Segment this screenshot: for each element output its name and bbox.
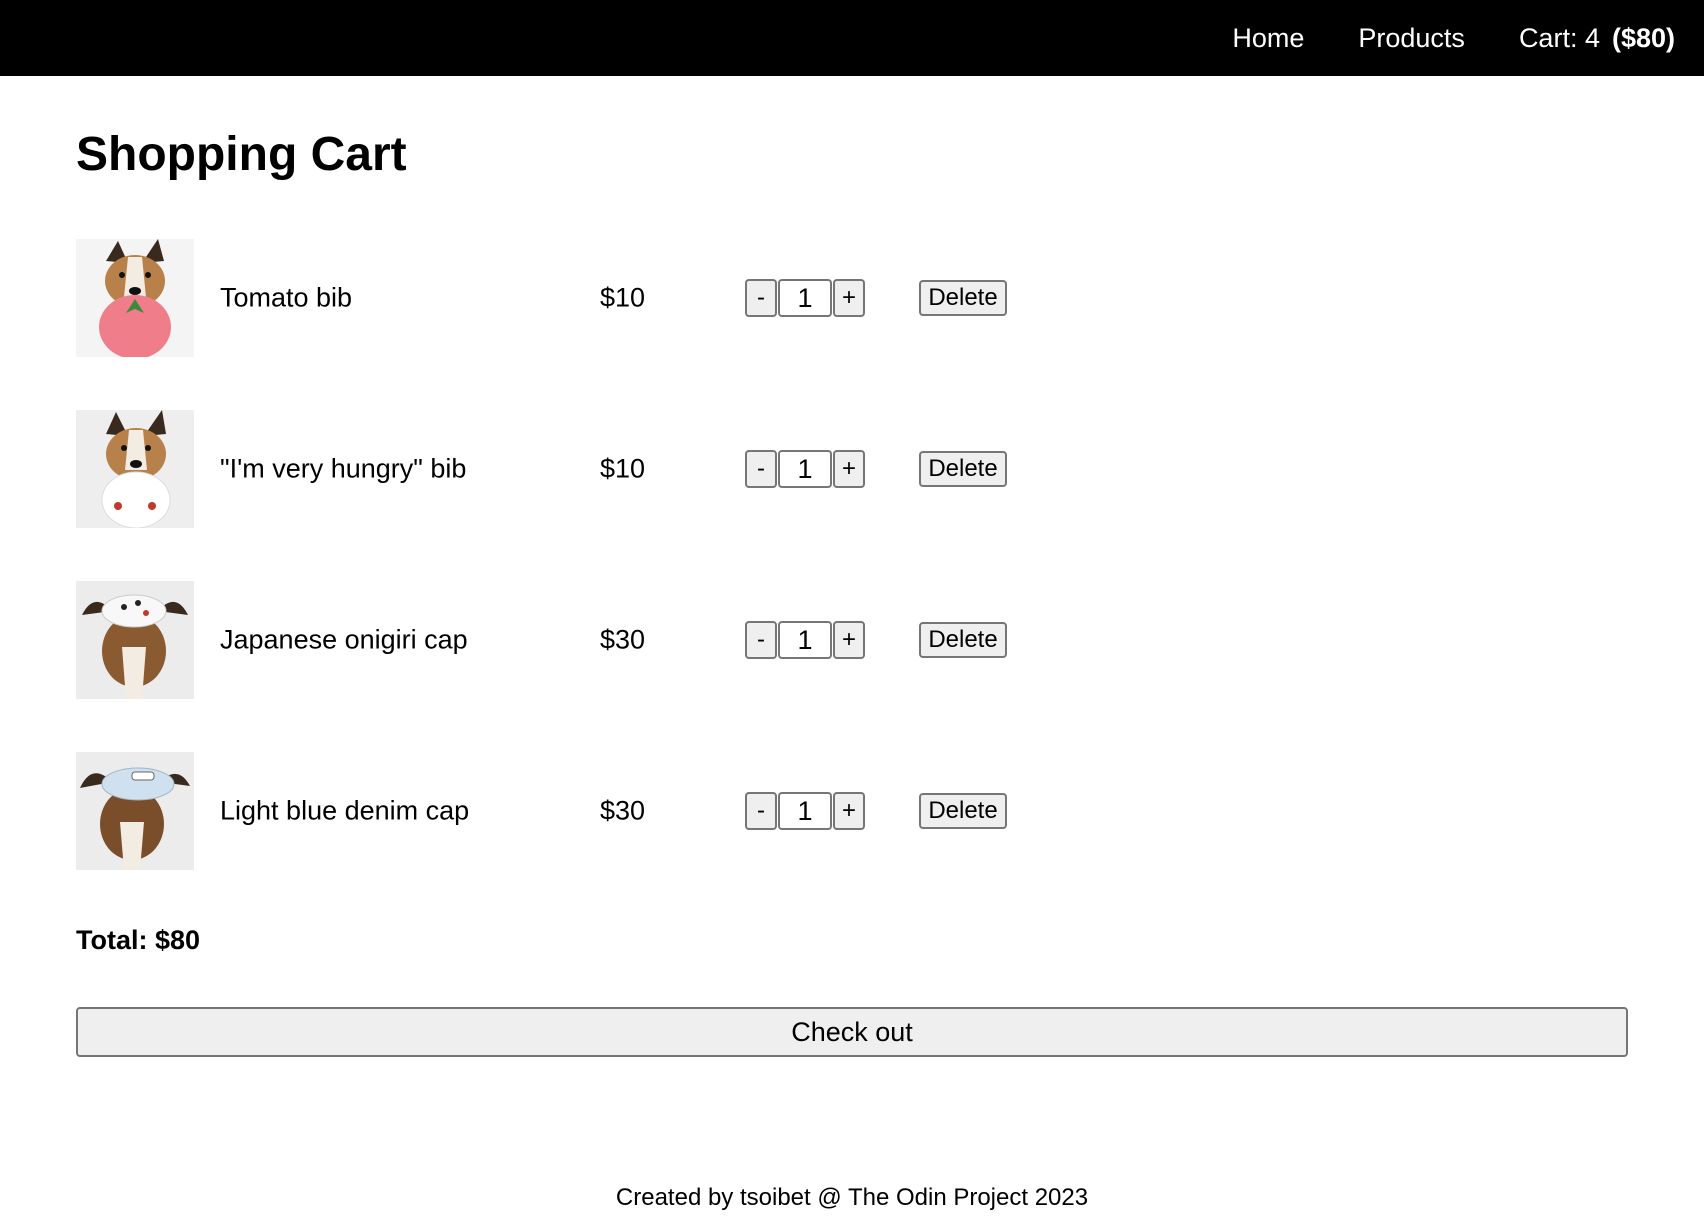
quantity-stepper: - +: [745, 279, 865, 317]
page-footer: Created by tsoibet @ The Odin Project 20…: [615, 1184, 1089, 1211]
product-image: [76, 752, 194, 870]
increment-button[interactable]: +: [833, 621, 865, 659]
quantity-stepper: - +: [745, 792, 865, 830]
item-name: Japanese onigiri cap: [220, 624, 468, 655]
increment-button[interactable]: +: [833, 792, 865, 830]
product-image: [76, 239, 194, 357]
quantity-input[interactable]: [778, 450, 832, 488]
increment-button[interactable]: +: [833, 450, 865, 488]
item-price: $10: [600, 282, 646, 313]
nav-products-link[interactable]: Products: [1358, 24, 1465, 52]
top-navbar: Home Products Cart: 4 ($80): [0, 0, 1704, 76]
delete-button[interactable]: Delete: [919, 280, 1007, 316]
decrement-button[interactable]: -: [745, 450, 777, 488]
cart-item: Tomato bib $10 - + Delete: [76, 239, 1176, 357]
checkout-button[interactable]: Check out: [76, 1007, 1628, 1057]
cart-total: Total: $80: [76, 925, 201, 955]
item-price: $30: [600, 624, 646, 655]
decrement-button[interactable]: -: [745, 279, 777, 317]
cart-total-label: ($80): [1611, 22, 1675, 53]
decrement-button[interactable]: -: [745, 621, 777, 659]
delete-button[interactable]: Delete: [919, 451, 1007, 487]
product-image: [76, 581, 194, 699]
decrement-button[interactable]: -: [745, 792, 777, 830]
cart-item: "I'm very hungry" bib $10 - + Delete: [76, 410, 1176, 528]
product-image: [76, 410, 194, 528]
item-name: Light blue denim cap: [220, 795, 470, 826]
cart-item: Light blue denim cap $30 - + Delete: [76, 752, 1176, 870]
increment-button[interactable]: +: [833, 279, 865, 317]
quantity-stepper: - +: [745, 621, 865, 659]
nav-home-link[interactable]: Home: [1232, 24, 1304, 52]
quantity-input[interactable]: [778, 621, 832, 659]
item-price: $30: [600, 795, 646, 826]
quantity-stepper: - +: [745, 450, 865, 488]
page-title: Shopping Cart: [76, 128, 407, 181]
quantity-input[interactable]: [778, 792, 832, 830]
item-price: $10: [600, 453, 646, 484]
item-name: Tomato bib: [220, 282, 353, 313]
item-name: "I'm very hungry" bib: [220, 453, 467, 484]
delete-button[interactable]: Delete: [919, 622, 1007, 658]
quantity-input[interactable]: [778, 279, 832, 317]
delete-button[interactable]: Delete: [919, 793, 1007, 829]
nav-cart-link[interactable]: Cart: 4 ($80): [1518, 22, 1675, 53]
cart-item: Japanese onigiri cap $30 - + Delete: [76, 581, 1176, 699]
cart-count-label: Cart: 4: [1518, 22, 1600, 53]
